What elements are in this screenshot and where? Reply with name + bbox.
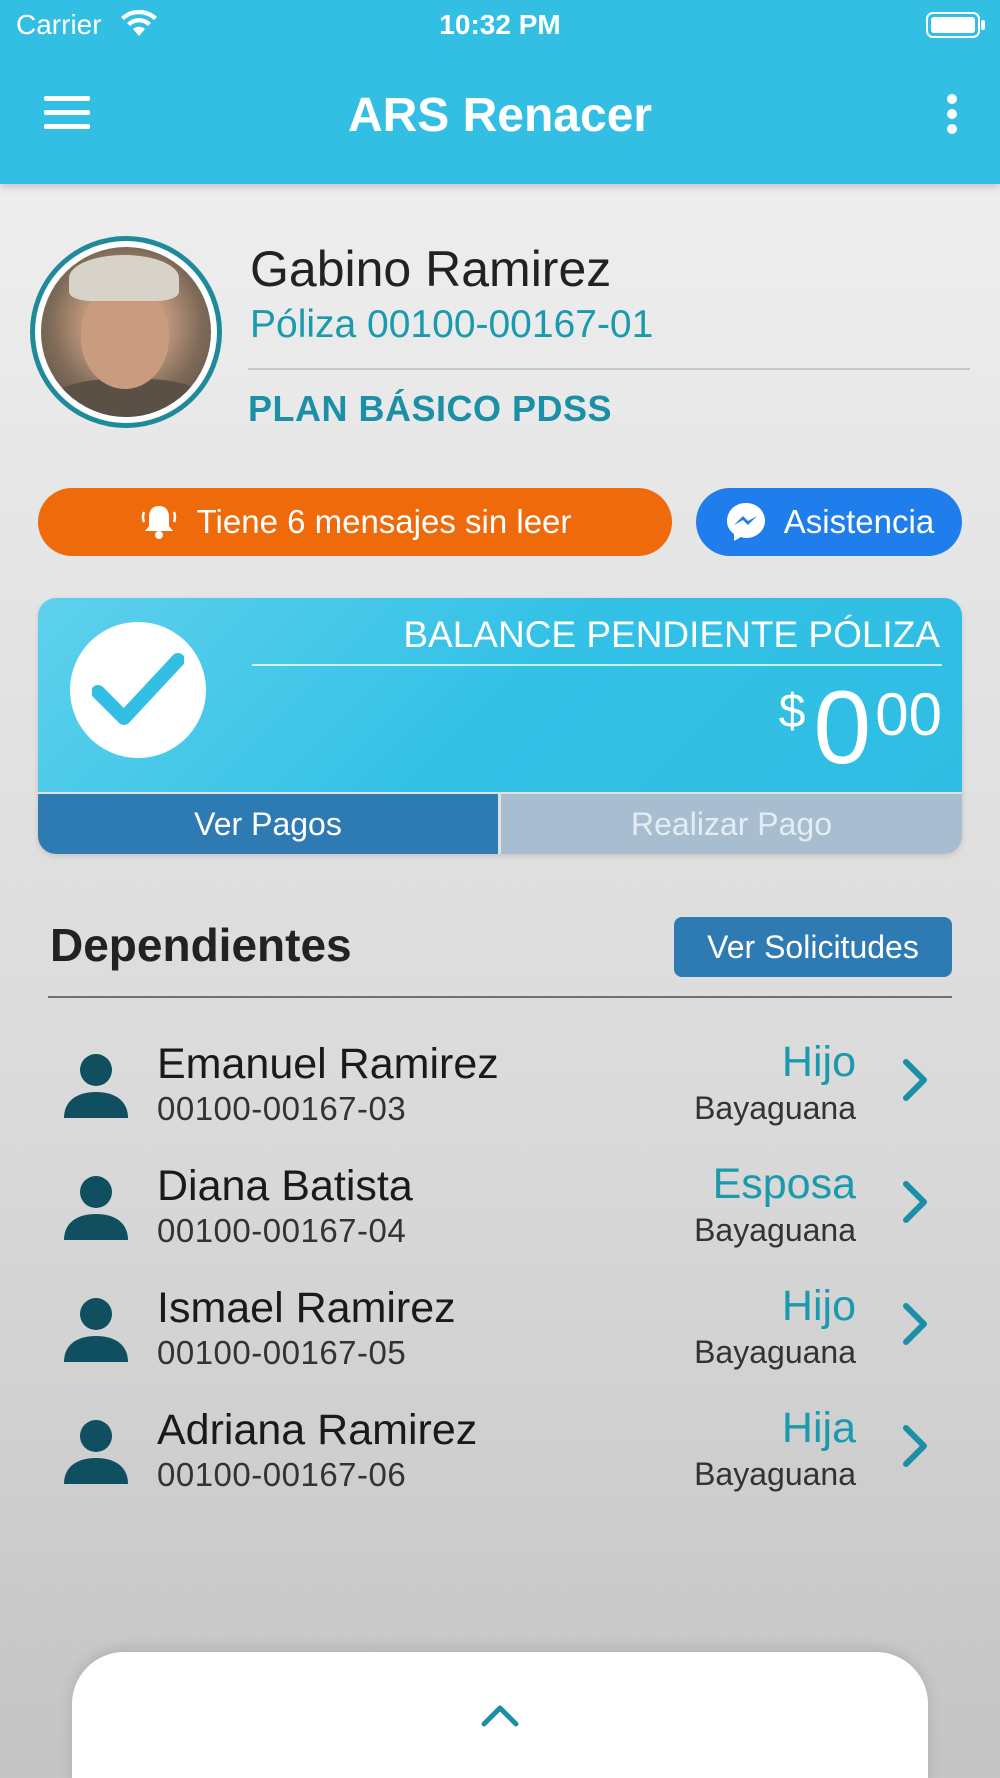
dependent-relation: Hijo — [781, 1282, 856, 1330]
balance-whole: 0 — [813, 670, 872, 786]
dependent-name: Adriana Ramirez — [157, 1406, 478, 1454]
dependent-row[interactable]: Adriana Ramirez 00100-00167-06 Hija Baya… — [0, 1396, 1000, 1518]
dependent-name: Ismael Ramirez — [157, 1284, 456, 1332]
assist-label: Asistencia — [783, 503, 935, 540]
dependent-row[interactable]: Diana Batista 00100-00167-04 Esposa Baya… — [0, 1152, 1000, 1274]
dependent-relation: Hija — [781, 1404, 856, 1452]
unread-messages-label: Tiene 6 mensajes sin leer — [196, 503, 572, 540]
dependents-list: Emanuel Ramirez 00100-00167-03 Hijo Baya… — [0, 1030, 1000, 1518]
messenger-icon — [726, 503, 765, 541]
plan-name: PLAN BÁSICO PDSS — [248, 388, 613, 429]
profile-name: Gabino Ramirez — [250, 241, 612, 297]
dependent-name: Emanuel Ramirez — [157, 1040, 499, 1088]
balance-divider — [252, 664, 942, 666]
person-icon — [64, 1054, 128, 1118]
dependent-city: Bayaguana — [694, 1456, 856, 1492]
balance-label: BALANCE PENDIENTE PÓLIZA — [403, 614, 940, 655]
bell-icon — [141, 506, 176, 539]
assist-button[interactable]: Asistencia — [696, 488, 962, 556]
chevron-right-icon[interactable] — [898, 1300, 932, 1348]
battery-icon — [926, 12, 985, 38]
dependent-row[interactable]: Emanuel Ramirez 00100-00167-03 Hijo Baya… — [0, 1030, 1000, 1152]
check-icon — [70, 622, 206, 758]
avatar[interactable] — [30, 236, 222, 428]
avatar-photo — [41, 247, 211, 417]
profile-divider — [248, 368, 970, 370]
dependent-policy: 00100-00167-04 — [157, 1212, 407, 1249]
chevron-up-icon[interactable] — [480, 1702, 520, 1730]
balance-card: BALANCE PENDIENTE PÓLIZA $ 0 00 Ver Pago… — [38, 598, 962, 854]
balance-summary: BALANCE PENDIENTE PÓLIZA $ 0 00 — [38, 598, 962, 792]
make-payment-button[interactable]: Realizar Pago — [501, 794, 962, 854]
view-payments-button[interactable]: Ver Pagos — [38, 794, 498, 854]
more-options-icon[interactable] — [944, 94, 960, 138]
dependent-city: Bayaguana — [694, 1334, 856, 1370]
dependent-name: Diana Batista — [157, 1162, 413, 1210]
dependents-heading: Dependientes — [50, 919, 352, 971]
person-icon — [64, 1298, 128, 1362]
dependent-row[interactable]: Ismael Ramirez 00100-00167-05 Hijo Bayag… — [0, 1274, 1000, 1396]
dependent-relation: Esposa — [712, 1160, 856, 1208]
app-header: Carrier 10:32 PM ARS Renacer — [0, 0, 1000, 184]
balance-currency: $ — [778, 685, 806, 738]
balance-cents: 00 — [875, 681, 942, 748]
dependent-relation: Hijo — [781, 1038, 856, 1086]
app-title: ARS Renacer — [347, 89, 653, 142]
person-icon — [64, 1420, 128, 1484]
person-icon — [64, 1176, 128, 1240]
chevron-right-icon[interactable] — [898, 1178, 932, 1226]
status-bar: Carrier 10:32 PM — [0, 0, 1000, 50]
dependent-city: Bayaguana — [694, 1212, 856, 1248]
unread-messages-button[interactable]: Tiene 6 mensajes sin leer — [38, 488, 672, 556]
view-requests-button[interactable]: Ver Solicitudes — [674, 917, 952, 977]
dependent-policy: 00100-00167-06 — [157, 1456, 407, 1493]
chevron-right-icon[interactable] — [898, 1056, 932, 1104]
dependents-divider — [48, 996, 952, 998]
dependent-policy: 00100-00167-05 — [157, 1334, 407, 1371]
dependent-city: Bayaguana — [694, 1090, 856, 1126]
policy-number: Póliza 00100-00167-01 — [250, 303, 654, 346]
balance-amount: $ 0 00 — [779, 676, 942, 780]
dependent-policy: 00100-00167-03 — [157, 1090, 407, 1127]
chevron-right-icon[interactable] — [898, 1422, 932, 1470]
bottom-sheet-handle[interactable] — [72, 1652, 928, 1778]
status-time: 10:32 PM — [439, 9, 561, 40]
